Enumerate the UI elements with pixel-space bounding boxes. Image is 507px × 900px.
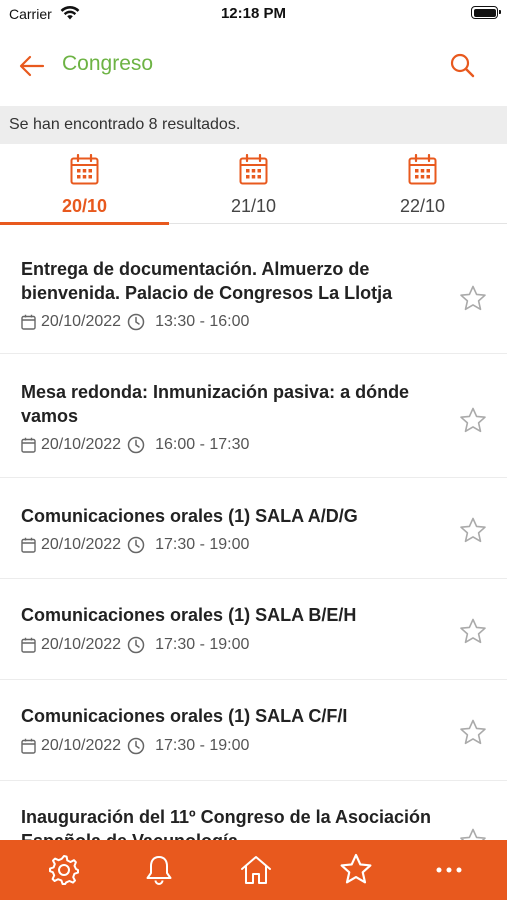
clock-icon [127, 436, 145, 454]
clock-icon [127, 737, 145, 755]
home-icon [241, 856, 271, 884]
event-title: Entrega de documentación. Almuerzo de bi… [21, 259, 393, 303]
home-tab[interactable] [236, 850, 276, 890]
gear-icon [49, 855, 79, 885]
date-tabs: 20/10 21/10 22/10 [0, 144, 507, 225]
page-title: Congreso [62, 52, 154, 75]
bell-icon [146, 856, 172, 885]
clock-label: 12:18 PM [220, 5, 287, 22]
event-meta: 20/10/2022 16:00 - 17:30 [21, 435, 249, 455]
event-meta: 20/10/2022 17:30 - 19:00 [21, 535, 249, 555]
tab-label: 21/10 [230, 196, 277, 216]
star-icon[interactable] [458, 284, 488, 314]
clock-icon [127, 536, 145, 554]
battery-icon [471, 6, 501, 19]
search-button[interactable] [447, 50, 477, 80]
active-tab-indicator [0, 222, 169, 225]
event-meta: 20/10/2022 13:30 - 16:00 [21, 312, 249, 332]
event-title: Inauguración del 11º Congreso de la Asoc… [21, 807, 432, 840]
list-item[interactable]: Inauguración del 11º Congreso de la Asoc… [0, 781, 507, 840]
event-date: 20/10/2022 [41, 636, 122, 653]
tab-label: 20/10 [61, 196, 108, 216]
star-icon[interactable] [458, 516, 488, 546]
event-time: 17:30 - 19:00 [155, 536, 250, 553]
star-icon [340, 853, 372, 884]
calendar-small-icon [21, 738, 36, 754]
calendar-small-icon [21, 537, 36, 553]
star-icon[interactable] [458, 617, 488, 647]
tab-label: 22/10 [399, 196, 446, 216]
calendar-icon [408, 154, 437, 185]
results-count-text: Se han encontrado 8 resultados. [9, 116, 241, 133]
arrow-left-icon [19, 55, 45, 77]
nav-bar: Congreso [0, 30, 507, 100]
notifications-tab[interactable] [139, 850, 179, 890]
clock-icon [127, 636, 145, 654]
search-icon [450, 53, 475, 78]
bottom-tab-bar [0, 840, 507, 900]
event-title: Mesa redonda: Inmunización pasiva: a dón… [21, 382, 410, 426]
calendar-small-icon [21, 437, 36, 453]
event-title: Comunicaciones orales (1) SALA A/D/G [21, 506, 358, 526]
event-title: Comunicaciones orales (1) SALA B/E/H [21, 605, 357, 625]
event-meta: 20/10/2022 17:30 - 19:00 [21, 635, 249, 655]
event-date: 20/10/2022 [41, 436, 122, 453]
event-date: 20/10/2022 [41, 737, 122, 754]
calendar-small-icon [21, 314, 36, 330]
list-item[interactable]: Comunicaciones orales (1) SALA C/F/I 20/… [0, 680, 507, 781]
settings-tab[interactable] [44, 850, 84, 890]
star-icon[interactable] [458, 718, 488, 748]
event-time: 16:00 - 17:30 [155, 436, 250, 453]
calendar-icon [239, 154, 268, 185]
list-item[interactable]: Mesa redonda: Inmunización pasiva: a dón… [0, 354, 507, 478]
star-icon[interactable] [458, 827, 488, 840]
star-icon[interactable] [458, 406, 488, 436]
event-date: 20/10/2022 [41, 536, 122, 553]
event-list: Entrega de documentación. Almuerzo de bi… [0, 230, 507, 840]
results-count-bar: Se han encontrado 8 resultados. [0, 106, 507, 144]
event-time: 17:30 - 19:00 [155, 636, 250, 653]
event-time: 13:30 - 16:00 [155, 313, 250, 330]
list-item[interactable]: Comunicaciones orales (1) SALA B/E/H 20/… [0, 579, 507, 680]
tab-22-10[interactable]: 22/10 [338, 144, 507, 224]
list-item[interactable]: Entrega de documentación. Almuerzo de bi… [0, 230, 507, 354]
event-time: 17:30 - 19:00 [155, 737, 250, 754]
event-title: Comunicaciones orales (1) SALA C/F/I [21, 706, 348, 726]
more-icon [436, 867, 462, 873]
calendar-small-icon [21, 637, 36, 653]
clock-icon [127, 313, 145, 331]
list-item[interactable]: Comunicaciones orales (1) SALA A/D/G 20/… [0, 478, 507, 579]
event-meta: 20/10/2022 17:30 - 19:00 [21, 736, 249, 756]
tab-20-10[interactable]: 20/10 [0, 144, 169, 225]
status-bar: Carrier 12:18 PM [0, 0, 507, 30]
tab-21-10[interactable]: 21/10 [169, 144, 338, 224]
more-tab[interactable] [429, 850, 469, 890]
event-date: 20/10/2022 [41, 313, 122, 330]
favorites-tab[interactable] [336, 850, 376, 890]
calendar-icon [70, 154, 99, 185]
back-button[interactable] [16, 50, 48, 82]
